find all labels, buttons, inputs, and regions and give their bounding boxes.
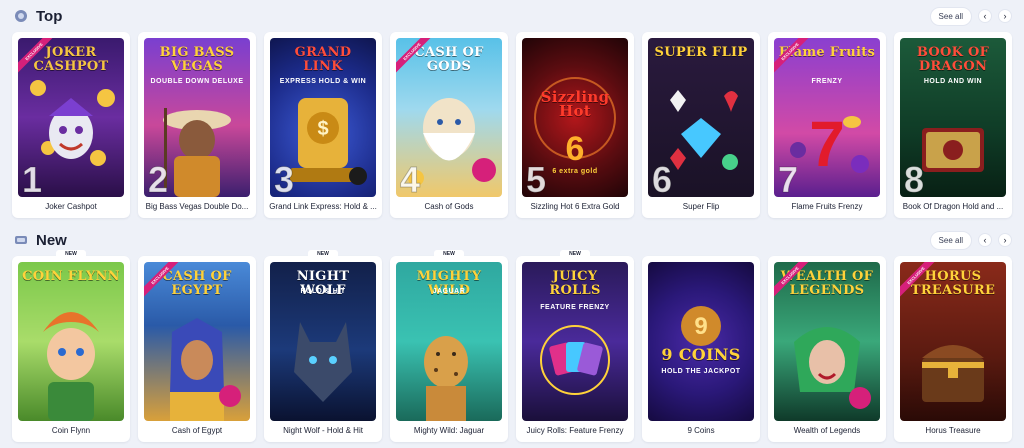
chevron-left-icon[interactable]: ‹ bbox=[978, 233, 992, 247]
new-section-controls: See all ‹ › bbox=[929, 230, 1012, 250]
top-see-all-button[interactable]: See all bbox=[929, 6, 972, 26]
game-name[interactable]: Flame Fruits Frenzy bbox=[772, 202, 882, 214]
game-art-subtitle: DOUBLE DOWN DELUXE bbox=[150, 78, 244, 85]
game-thumbnail[interactable]: 6 Sizzling Hot 6 extra gold 5 bbox=[522, 38, 628, 197]
game-art-title: SUPER FLIP bbox=[654, 45, 748, 60]
leprechaun-art bbox=[43, 312, 99, 421]
game-art-subtitle: HOLD AND WIN bbox=[923, 78, 983, 85]
new-tag-icon bbox=[14, 233, 28, 247]
rank-number: 3 bbox=[273, 159, 295, 197]
game-name[interactable]: Mighty Wild: Jaguar bbox=[394, 426, 504, 438]
game-thumbnail[interactable]: JUICY ROLLS FEATURE FRENZY bbox=[522, 262, 628, 421]
new-badge: NEW bbox=[560, 250, 590, 259]
game-thumbnail[interactable]: NIGHT WOLF HOLD & HIT bbox=[270, 262, 376, 421]
game-art-subtitle: FEATURE FRENZY bbox=[540, 304, 610, 311]
game-thumbnail[interactable]: CASH OF GODS EXCLUSIVE 4 bbox=[396, 38, 502, 197]
game-card-super-flip[interactable]: SUPER FLIP 6 Super Flip bbox=[642, 32, 760, 218]
game-art-title: GRAND LINK bbox=[294, 45, 352, 74]
chevron-right-icon[interactable]: › bbox=[998, 233, 1012, 247]
top-section-controls: See all ‹ › bbox=[929, 6, 1012, 26]
game-name[interactable]: Joker Cashpot bbox=[16, 202, 126, 214]
game-art-subtitle: HOLD THE JACKPOT bbox=[661, 368, 741, 375]
game-thumbnail[interactable]: $ GRAND LINK EXPRESS HOLD & WIN 3 bbox=[270, 38, 376, 197]
game-art-title: Sizzling Hot bbox=[540, 88, 610, 120]
game-name[interactable]: Book Of Dragon Hold and ... bbox=[898, 202, 1008, 214]
top-section-header: Top bbox=[14, 6, 62, 26]
game-thumbnail[interactable]: WEALTH OF LEGENDS EXCLUSIVE bbox=[774, 262, 880, 421]
game-card-book-of-dragon[interactable]: BOOK OF DRAGON HOLD AND WIN 8 Book Of Dr… bbox=[894, 32, 1012, 218]
new-badge: NEW bbox=[434, 250, 464, 259]
game-name[interactable]: Cash of Egypt bbox=[142, 426, 252, 438]
game-thumbnail[interactable]: 9 9 COINS HOLD THE JACKPOT bbox=[648, 262, 754, 421]
top-games-row: JOKER CASHPOT EXCLUSIVE 1 Joker Cashpot … bbox=[12, 32, 1024, 220]
game-card-juicy-rolls[interactable]: NEW JUICY ROLLS FEATURE FRENZY Juicy Rol… bbox=[516, 250, 634, 442]
rank-number: 1 bbox=[21, 159, 43, 197]
game-art-title: BIG BASS VEGAS bbox=[159, 45, 235, 74]
rank-number: 8 bbox=[903, 159, 925, 197]
game-card-mighty-wild-jaguar[interactable]: NEW MIGHTY WILD JAGUAR Mighty Wild: Jagu… bbox=[390, 250, 508, 442]
game-thumbnail[interactable]: 7 Flame Fruits FRENZY EXCLUSIVE 7 bbox=[774, 38, 880, 197]
game-art-subtitle: EXPRESS HOLD & WIN bbox=[279, 78, 367, 85]
game-card-9-coins[interactable]: 9 9 COINS HOLD THE JACKPOT 9 Coins bbox=[642, 256, 760, 442]
game-art-subtitle: FRENZY bbox=[811, 78, 843, 85]
game-name[interactable]: Cash of Gods bbox=[394, 202, 504, 214]
game-name[interactable]: Super Flip bbox=[646, 202, 756, 214]
svg-text:6: 6 bbox=[566, 130, 585, 168]
rank-number: 6 bbox=[651, 159, 673, 197]
game-art-title: JUICY ROLLS bbox=[549, 269, 601, 298]
rank-number: 5 bbox=[525, 159, 547, 197]
game-card-grand-link-express[interactable]: $ GRAND LINK EXPRESS HOLD & WIN 3 Grand … bbox=[264, 32, 382, 218]
svg-text:9: 9 bbox=[694, 313, 707, 340]
rank-number: 4 bbox=[399, 159, 421, 197]
rank-number: 2 bbox=[147, 159, 169, 197]
game-name[interactable]: Wealth of Legends bbox=[772, 426, 882, 438]
trophy-icon bbox=[14, 9, 28, 23]
rank-number: 7 bbox=[777, 159, 799, 197]
game-thumbnail[interactable]: COIN FLYNN bbox=[18, 262, 124, 421]
game-card-horus-treasure[interactable]: HORUS TREASURE EXCLUSIVE Horus Treasure bbox=[894, 256, 1012, 442]
new-see-all-button[interactable]: See all bbox=[929, 230, 972, 250]
game-art-subtitle: HOLD & HIT bbox=[300, 288, 346, 295]
game-card-cash-of-gods[interactable]: CASH OF GODS EXCLUSIVE 4 Cash of Gods bbox=[390, 32, 508, 218]
game-art-title: 9 COINS bbox=[661, 345, 741, 364]
new-badge: NEW bbox=[56, 250, 86, 259]
game-name[interactable]: Big Bass Vegas Double Do... bbox=[142, 202, 252, 214]
svg-text:$: $ bbox=[317, 118, 328, 140]
game-name[interactable]: Sizzling Hot 6 Extra Gold bbox=[520, 202, 630, 214]
game-card-coin-flynn[interactable]: NEW COIN FLYNN Coin Flynn bbox=[12, 250, 130, 442]
new-section-title: New bbox=[36, 231, 67, 249]
game-thumbnail[interactable]: CASH OF EGYPT EXCLUSIVE bbox=[144, 262, 250, 421]
game-thumbnail[interactable]: JOKER CASHPOT EXCLUSIVE 1 bbox=[18, 38, 124, 197]
game-card-cash-of-egypt[interactable]: CASH OF EGYPT EXCLUSIVE Cash of Egypt bbox=[138, 256, 256, 442]
svg-text:7: 7 bbox=[809, 108, 845, 180]
game-card-sizzling-hot[interactable]: 6 Sizzling Hot 6 extra gold 5 Sizzling H… bbox=[516, 32, 634, 218]
chevron-left-icon[interactable]: ‹ bbox=[978, 9, 992, 23]
game-thumbnail[interactable]: BOOK OF DRAGON HOLD AND WIN 8 bbox=[900, 38, 1006, 197]
game-name[interactable]: Grand Link Express: Hold & ... bbox=[268, 202, 378, 214]
new-section-header: New bbox=[14, 230, 67, 250]
new-badge: NEW bbox=[308, 250, 338, 259]
top-section-title: Top bbox=[36, 7, 63, 25]
chevron-right-icon[interactable]: › bbox=[998, 9, 1012, 23]
game-thumbnail[interactable]: HORUS TREASURE EXCLUSIVE bbox=[900, 262, 1006, 421]
coins-art: 9 bbox=[681, 306, 721, 346]
game-thumbnail[interactable]: SUPER FLIP 6 bbox=[648, 38, 754, 197]
game-name[interactable]: Coin Flynn bbox=[16, 426, 126, 438]
game-name[interactable]: Horus Treasure bbox=[898, 426, 1008, 438]
game-card-big-bass-vegas[interactable]: BIG BASS VEGAS DOUBLE DOWN DELUXE 2 Big … bbox=[138, 32, 256, 218]
new-games-row: NEW COIN FLYNN Coin Flynn CASH OF EGYPT … bbox=[12, 250, 1024, 444]
game-thumbnail[interactable]: MIGHTY WILD JAGUAR bbox=[396, 262, 502, 421]
game-thumbnail[interactable]: BIG BASS VEGAS DOUBLE DOWN DELUXE 2 bbox=[144, 38, 250, 197]
game-art-title: COIN FLYNN bbox=[22, 269, 120, 284]
game-name[interactable]: Juicy Rolls: Feature Frenzy bbox=[520, 426, 630, 438]
game-card-night-wolf[interactable]: NEW NIGHT WOLF HOLD & HIT Night Wolf - H… bbox=[264, 250, 382, 442]
game-card-flame-fruits-frenzy[interactable]: 7 Flame Fruits FRENZY EXCLUSIVE 7 Flame … bbox=[768, 32, 886, 218]
game-name[interactable]: 9 Coins bbox=[646, 426, 756, 438]
game-card-wealth-of-legends[interactable]: WEALTH OF LEGENDS EXCLUSIVE Wealth of Le… bbox=[768, 256, 886, 442]
game-name[interactable]: Night Wolf - Hold & Hit bbox=[268, 426, 378, 438]
game-card-joker-cashpot[interactable]: JOKER CASHPOT EXCLUSIVE 1 Joker Cashpot bbox=[12, 32, 130, 218]
game-art-subtitle: JAGUAR bbox=[432, 288, 466, 295]
game-art-title: BOOK OF DRAGON bbox=[916, 45, 990, 74]
